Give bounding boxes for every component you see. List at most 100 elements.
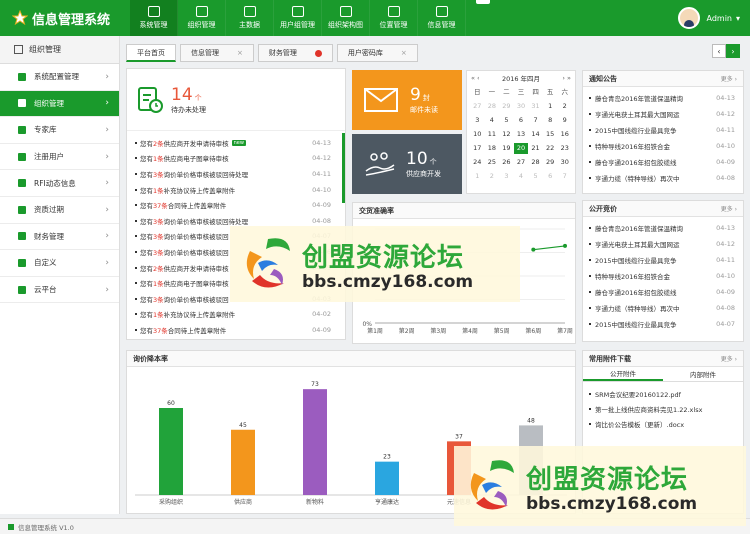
calendar-day[interactable]: 21 <box>528 143 543 154</box>
list-item[interactable]: 藤仓亨通2016年招包胶缆线 04-09 <box>583 154 743 170</box>
list-item[interactable]: 特种导线2016年招铁合金 04-10 <box>583 268 743 284</box>
calendar-day[interactable]: 31 <box>528 101 543 112</box>
nav-item-system[interactable]: 系统管理 <box>130 0 178 36</box>
nav-item-master-data[interactable]: 主数据 <box>226 0 274 36</box>
calendar-day[interactable]: 18 <box>485 143 500 154</box>
bid-more-link[interactable]: 更多 › <box>721 204 737 213</box>
sidebar-item-registered-users[interactable]: 注册用户 › <box>0 144 119 171</box>
list-item[interactable]: 亨通力缆（特种导线）再次中 04-08 <box>583 170 743 186</box>
calendar-day[interactable]: 29 <box>543 157 558 168</box>
calendar-day[interactable]: 28 <box>485 101 500 112</box>
tab-prev-button[interactable]: ‹ <box>712 44 726 58</box>
list-item[interactable]: 您有 1条 补充协议待上传盖章附件 04-10 <box>127 182 345 198</box>
app-logo[interactable]: 信息管理系统 <box>0 9 130 28</box>
calendar-prev-button[interactable]: « ‹ <box>471 74 480 82</box>
nav-item-info[interactable]: 信息管理 <box>418 0 466 36</box>
calendar-day[interactable]: 2 <box>557 101 572 112</box>
calendar-day[interactable]: 26 <box>499 157 514 168</box>
sidebar-item-cloud[interactable]: 云平台 › <box>0 277 119 304</box>
notice-more-link[interactable]: 更多 › <box>721 74 737 83</box>
calendar-day[interactable]: 1 <box>470 171 485 182</box>
tab-public-files[interactable]: 公开附件 <box>583 367 663 381</box>
nav-more-button[interactable]: ⌄ <box>476 0 490 4</box>
tab-home[interactable]: 平台首页 <box>126 44 176 62</box>
calendar-day[interactable]: 2 <box>485 171 500 182</box>
calendar-day[interactable]: 7 <box>557 171 572 182</box>
tab-password[interactable]: 用户密码库 × <box>336 44 418 62</box>
sidebar-item-org[interactable]: 组织管理 › <box>0 90 119 118</box>
calendar-day[interactable]: 15 <box>543 129 558 140</box>
sidebar-item-experts[interactable]: 专家库 › <box>0 117 119 144</box>
calendar-day[interactable]: 5 <box>499 115 514 126</box>
tab-internal-files[interactable]: 内部附件 <box>663 367 743 381</box>
nav-item-user-group[interactable]: 用户组管理 <box>274 0 322 36</box>
list-item[interactable]: 亨通光电获土耳其最大国网运 04-12 <box>583 236 743 252</box>
list-item[interactable]: 您有 1条 供应商电子图章待审核 04-12 <box>127 151 345 167</box>
calendar-day[interactable]: 3 <box>499 171 514 182</box>
mail-tile[interactable]: 9封 邮件未读 <box>352 70 462 130</box>
calendar-day[interactable]: 13 <box>514 129 529 140</box>
sidebar-item-expired[interactable]: 资质过期 › <box>0 197 119 224</box>
calendar-day[interactable]: 24 <box>470 157 485 168</box>
list-item[interactable]: 询比价公告模板（更新）.docx <box>583 416 743 431</box>
close-icon[interactable]: × <box>401 49 407 57</box>
calendar-day[interactable]: 17 <box>470 143 485 154</box>
tab-next-button[interactable]: › <box>726 44 740 58</box>
nav-item-org-chart[interactable]: 组织架构图 <box>322 0 370 36</box>
calendar-day[interactable]: 23 <box>557 143 572 154</box>
calendar-day[interactable]: 10 <box>470 129 485 140</box>
calendar-day[interactable]: 6 <box>514 115 529 126</box>
list-item[interactable]: 藤仓青岛2016年管道保温精询 04-13 <box>583 220 743 236</box>
close-icon[interactable] <box>314 49 322 57</box>
calendar-day[interactable]: 6 <box>543 171 558 182</box>
supplier-tile[interactable]: 10 个 供应商开发 <box>352 134 462 194</box>
sidebar-item-system-config[interactable]: 系统配置管理 › <box>0 64 119 91</box>
calendar-day[interactable]: 27 <box>514 157 529 168</box>
calendar-day[interactable]: 27 <box>470 101 485 112</box>
calendar-day[interactable]: 30 <box>557 157 572 168</box>
calendar-day[interactable]: 25 <box>485 157 500 168</box>
sidebar-item-custom[interactable]: 自定义 › <box>0 250 119 277</box>
list-item[interactable]: SRM会议纪要20160122.pdf <box>583 386 743 401</box>
calendar-day[interactable]: 1 <box>543 101 558 112</box>
list-item[interactable]: 藤仓亨通2016年招包胶缆线 04-09 <box>583 284 743 300</box>
list-item[interactable]: 特种导线2016年招铁合金 04-10 <box>583 138 743 154</box>
calendar-day[interactable]: 30 <box>514 101 529 112</box>
nav-item-location[interactable]: 位置管理 <box>370 0 418 36</box>
scrollbar[interactable] <box>342 133 345 203</box>
calendar-day[interactable]: 4 <box>514 171 529 182</box>
close-icon[interactable]: × <box>237 49 243 57</box>
list-item[interactable]: 您有 3条 询价单价格审核被驳回待处理 04-11 <box>127 166 345 182</box>
calendar-day[interactable]: 12 <box>499 129 514 140</box>
calendar-day[interactable]: 8 <box>543 115 558 126</box>
calendar-day[interactable]: 9 <box>557 115 572 126</box>
list-item[interactable]: 您有 1条 补充协议待上传盖章附件 04-02 <box>127 307 345 323</box>
list-item[interactable]: 亨通光电获土耳其最大国网运 04-12 <box>583 106 743 122</box>
calendar-day[interactable]: 7 <box>528 115 543 126</box>
tab-finance[interactable]: 财务管理 <box>257 44 333 62</box>
calendar-day[interactable]: 5 <box>528 171 543 182</box>
list-item[interactable]: 您有 2条 供应商开发申请待审核 new 04-13 <box>127 135 345 151</box>
sidebar-item-finance[interactable]: 财务管理 › <box>0 224 119 251</box>
list-item[interactable]: 您有 37条 合同待上传盖章附件 04-09 <box>127 322 345 338</box>
calendar-day[interactable]: 19 <box>499 143 514 154</box>
list-item[interactable]: 第一批上线供应商资料完见1.22.xlsx <box>583 401 743 416</box>
list-item[interactable]: 亨通力缆（特种导线）再次中 04-08 <box>583 300 743 316</box>
calendar-day[interactable]: 3 <box>470 115 485 126</box>
calendar-day[interactable]: 14 <box>528 129 543 140</box>
calendar-day[interactable]: 22 <box>543 143 558 154</box>
calendar-day-today[interactable]: 20 <box>513 143 529 154</box>
calendar-day[interactable]: 4 <box>485 115 500 126</box>
list-item[interactable]: 您有 37条 合同待上传盖章附件 04-09 <box>127 197 345 213</box>
files-more-link[interactable]: 更多 › <box>721 354 737 363</box>
calendar-day[interactable]: 28 <box>528 157 543 168</box>
calendar-day[interactable]: 16 <box>557 129 572 140</box>
nav-item-org[interactable]: 组织管理 <box>178 0 226 36</box>
list-item[interactable]: 2015中国线缆行业最具竞争 04-11 <box>583 122 743 138</box>
list-item[interactable]: 2015中国线缆行业最具竞争 04-07 <box>583 316 743 332</box>
calendar-day[interactable]: 29 <box>499 101 514 112</box>
sidebar-item-rfi[interactable]: RFI动态信息 › <box>0 170 119 197</box>
list-item[interactable]: 2015中国线缆行业最具竞争 04-11 <box>583 252 743 268</box>
calendar-day[interactable]: 11 <box>485 129 500 140</box>
list-item[interactable]: 藤仓青岛2016年管道保温精询 04-13 <box>583 90 743 106</box>
